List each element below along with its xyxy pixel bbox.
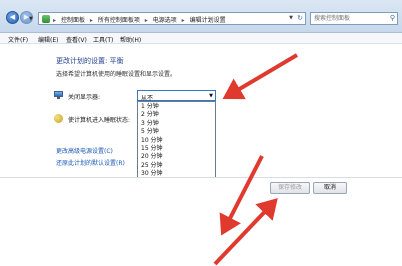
annotation-arrows xyxy=(213,53,299,266)
arrow-to-dropdown-icon xyxy=(222,53,299,100)
